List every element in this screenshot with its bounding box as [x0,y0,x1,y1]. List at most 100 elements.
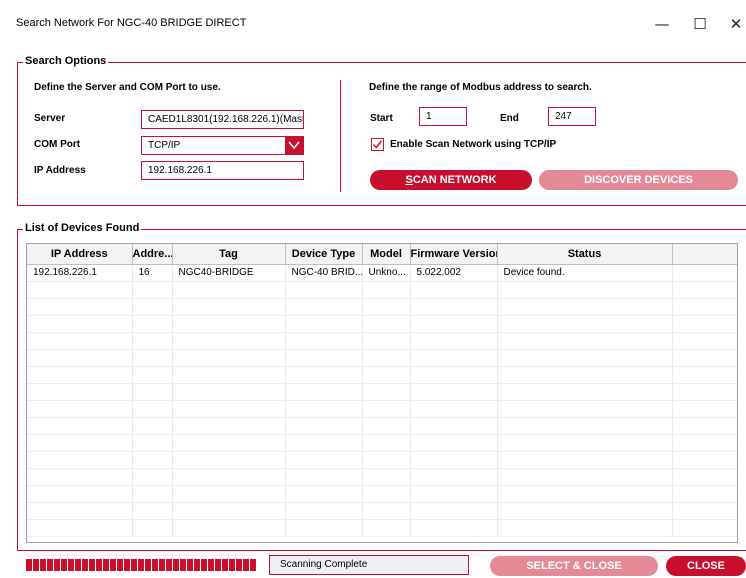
empty-cell [362,298,411,316]
empty-cell [27,349,133,367]
empty-cell [132,349,173,367]
window-close-button[interactable]: ✕ [721,12,746,36]
cell-firmware-version: 5.022.002 [410,264,498,282]
cell-device-type: NGC-40 BRID... [285,264,363,282]
column-header-model[interactable]: Model [362,244,411,265]
empty-cell [362,281,411,299]
empty-cell [497,502,673,520]
minimize-button[interactable]: — [647,12,677,36]
empty-cell [497,366,673,384]
empty-cell [172,468,286,486]
empty-cell [672,502,737,520]
table-row-empty[interactable] [27,519,737,537]
progress-segment [243,559,249,571]
scan-network-button[interactable]: SCAN NETWORK [370,170,532,190]
table-row-empty[interactable] [27,502,737,520]
empty-cell [362,315,411,333]
devices-group-label: List of Devices Found [23,222,142,234]
column-header-status[interactable]: Status [497,244,673,265]
empty-cell [362,383,411,401]
progress-segment [33,559,39,571]
start-address-value: 1 [426,111,432,122]
cell-status: Device found. [497,264,673,282]
empty-cell [132,451,173,469]
com-port-select[interactable]: TCP/IP [141,136,304,155]
empty-cell [285,485,363,503]
empty-cell [672,349,737,367]
table-row-empty[interactable] [27,315,737,333]
column-header-filler [672,244,737,265]
empty-cell [285,332,363,350]
ip-address-field[interactable]: 192.168.226.1 [141,161,304,180]
server-field[interactable]: CAED1L8301(192.168.226.1)(Mast [141,110,304,129]
empty-cell [27,315,133,333]
empty-cell [285,400,363,418]
server-value: CAED1L8301(192.168.226.1)(Mast [148,114,304,125]
close-button[interactable]: CLOSE [666,556,746,576]
table-row-empty[interactable] [27,298,737,316]
chevron-down-icon[interactable] [285,137,303,154]
progress-segment [173,559,179,571]
table-row-empty[interactable] [27,485,737,503]
empty-cell [362,349,411,367]
empty-cell [362,519,411,537]
table-header-row: IP Address Addre... Tag Device Type Mode… [27,244,737,265]
table-row-empty[interactable] [27,366,737,384]
empty-cell [285,383,363,401]
empty-cell [132,315,173,333]
maximize-button[interactable]: ☐ [685,12,715,36]
table-row-empty[interactable] [27,281,737,299]
empty-cell [672,468,737,486]
table-row-empty[interactable] [27,349,737,367]
scan-tcp-checkbox[interactable] [371,138,384,151]
column-header-address[interactable]: Addre... [132,244,173,265]
discover-devices-button[interactable]: DISCOVER DEVICES [539,170,738,190]
empty-cell [27,485,133,503]
empty-cell [27,400,133,418]
column-header-ip-address[interactable]: IP Address [27,244,133,265]
column-header-firmware-version[interactable]: Firmware Version [410,244,498,265]
table-row-empty[interactable] [27,400,737,418]
start-address-field[interactable]: 1 [419,107,467,126]
column-header-tag[interactable]: Tag [172,244,286,265]
table-row-empty[interactable] [27,417,737,435]
devices-table[interactable]: IP Address Addre... Tag Device Type Mode… [26,243,738,543]
com-port-value: TCP/IP [148,140,181,151]
table-row-empty[interactable] [27,332,737,350]
empty-cell [410,315,498,333]
cell-model: Unkno... [362,264,411,282]
empty-cell [27,383,133,401]
column-header-device-type[interactable]: Device Type [285,244,363,265]
scan-tcp-label: Enable Scan Network using TCP/IP [390,139,557,150]
table-row-empty[interactable] [27,434,737,452]
empty-cell [172,281,286,299]
empty-cell [132,485,173,503]
progress-segment [124,559,130,571]
ip-address-value: 192.168.226.1 [148,165,212,176]
empty-cell [285,417,363,435]
table-row-empty[interactable] [27,451,737,469]
end-address-field[interactable]: 247 [548,107,596,126]
progress-segment [89,559,95,571]
com-port-label: COM Port [34,139,81,150]
empty-cell [672,519,737,537]
empty-cell [285,451,363,469]
empty-cell [132,519,173,537]
empty-cell [27,332,133,350]
empty-cell [672,485,737,503]
table-row-empty[interactable] [27,383,737,401]
table-row-empty[interactable] [27,468,737,486]
empty-cell [27,451,133,469]
table-row[interactable]: 192.168.226.1 16 NGC40-BRIDGE NGC-40 BRI… [27,264,737,282]
empty-cell [285,434,363,452]
empty-cell [672,451,737,469]
empty-cell [410,519,498,537]
empty-cell [497,417,673,435]
empty-cell [285,366,363,384]
empty-cell [672,281,737,299]
range-heading: Define the range of Modbus address to se… [369,82,592,93]
empty-cell [410,298,498,316]
empty-cell [285,281,363,299]
empty-cell [672,332,737,350]
select-and-close-button[interactable]: SELECT & CLOSE [490,556,658,576]
